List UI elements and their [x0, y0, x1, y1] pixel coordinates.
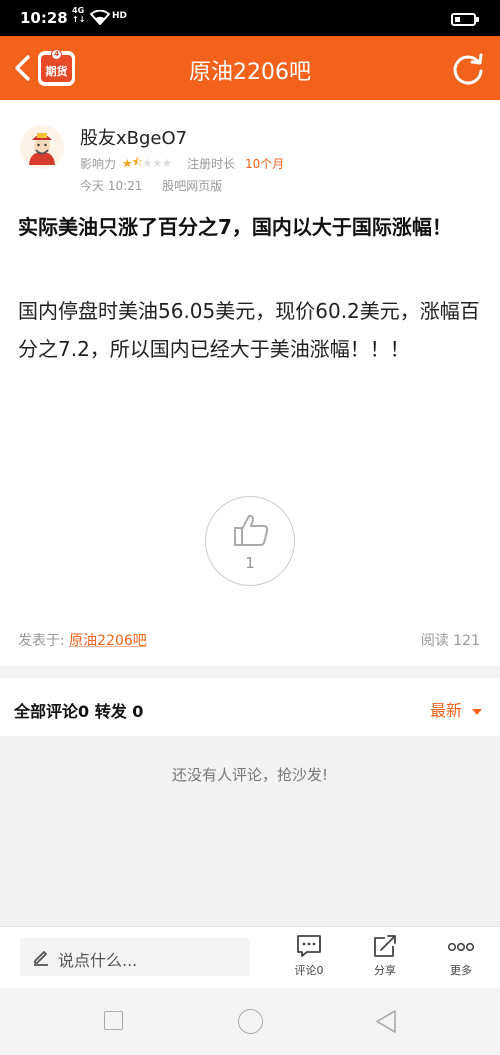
section-divider	[0, 666, 500, 678]
bar-link[interactable]: 原油2206吧	[69, 633, 147, 649]
comments-area: 还没有人评论，抢沙发!	[0, 736, 500, 926]
hd-indicator: HD	[112, 11, 128, 21]
post-source: 股吧网页版	[162, 179, 223, 193]
action-bar: 说点什么... 评论0 分享 更多	[0, 926, 500, 988]
like-count: 1	[245, 554, 255, 572]
page-title: 原油2206吧	[189, 60, 311, 85]
posted-in-label: 发表于:	[18, 633, 65, 649]
more-button[interactable]: 更多	[436, 933, 486, 983]
share-icon	[374, 935, 396, 957]
comment-label: 评论0	[294, 964, 324, 977]
post-time: 今天 10:21	[80, 179, 143, 193]
logo-badge: 4	[51, 49, 62, 60]
post-body: 国内停盘时美油56.05美元，现价60.2美元，涨幅百分之7.2，所以国内已经大…	[18, 299, 480, 361]
share-button[interactable]: 分享	[360, 933, 410, 983]
app-logo[interactable]: 期货 4	[38, 49, 75, 86]
input-placeholder: 说点什么...	[58, 951, 138, 970]
influence-label: 影响力	[80, 157, 117, 171]
empty-comments-text: 还没有人评论，抢沙发!	[171, 766, 328, 784]
network-indicator: 4G ↑↓	[72, 6, 86, 24]
battery-icon	[451, 13, 479, 26]
app-header: 期货 4 原油2206吧	[0, 36, 500, 100]
comment-tabs: 全部评论0 转发 0 最新	[0, 678, 500, 736]
like-button[interactable]: 1	[205, 496, 295, 586]
author-name[interactable]: 股友xBgeO7	[80, 124, 187, 150]
comment-button[interactable]: 评论0	[284, 933, 334, 983]
comment-icon	[297, 935, 321, 957]
system-nav-bar	[0, 988, 500, 1055]
author-meta: 影响力 ★⯪★★★ 注册时长 10个月	[80, 153, 284, 174]
wifi-icon	[90, 10, 110, 25]
registered-label: 注册时长	[187, 157, 236, 171]
post-title: 实际美油只涨了百分之7，国内以大于国际涨幅！	[18, 215, 452, 239]
home-icon[interactable]	[238, 1009, 263, 1034]
posted-in: 发表于: 原油2206吧	[18, 630, 147, 650]
status-bar: 10:28 4G ↑↓ HD	[0, 0, 500, 36]
system-back-icon[interactable]	[374, 1009, 398, 1034]
post-meta: 今天 10:21 股吧网页版	[80, 177, 222, 194]
more-label: 更多	[450, 964, 472, 977]
pencil-icon	[34, 951, 48, 966]
dropdown-caret-icon	[472, 708, 482, 715]
read-count: 阅读 121	[420, 633, 480, 649]
status-time: 10:28	[20, 9, 68, 27]
recent-apps-icon[interactable]	[104, 1011, 123, 1030]
avatar-image	[20, 125, 64, 169]
thumbs-up-icon	[234, 514, 269, 546]
refresh-icon[interactable]	[450, 51, 486, 87]
comment-input[interactable]: 说点什么...	[20, 938, 250, 976]
avatar[interactable]	[20, 125, 64, 169]
sort-dropdown[interactable]: 最新	[430, 697, 482, 721]
registered-value: 10个月	[244, 157, 285, 171]
tab-all-comments[interactable]: 全部评论0 转发 0	[14, 698, 143, 722]
share-label: 分享	[374, 964, 396, 977]
more-icon	[447, 942, 475, 952]
back-arrow-icon[interactable]	[8, 50, 38, 86]
sort-label: 最新	[429, 701, 462, 720]
influence-stars: ★⯪★★★	[121, 155, 172, 171]
